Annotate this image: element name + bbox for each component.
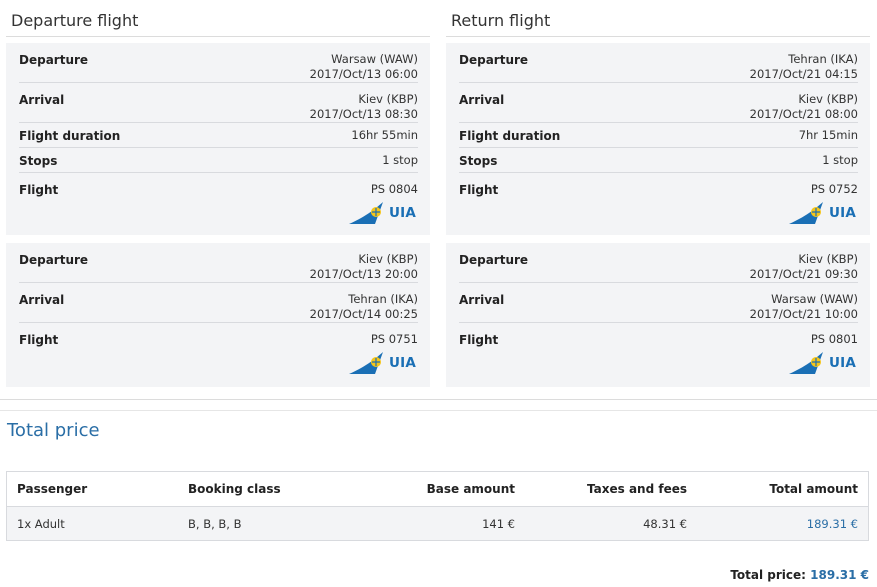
arrival-place: Tehran (IKA) <box>348 292 418 306</box>
flight-row: Flight PS 0752 UIA <box>459 173 858 224</box>
total-price-heading: Total price <box>7 420 100 441</box>
flight-number: PS 0752 <box>810 182 858 196</box>
stops-row: Stops 1 stop <box>19 148 418 173</box>
stops-row: Stops 1 stop <box>459 148 858 173</box>
header-base-amount: Base amount <box>426 482 515 496</box>
arrival-row: Arrival Tehran (IKA) 2017/Oct/14 00:25 <box>19 283 418 323</box>
departure-place: Warsaw (WAW) <box>331 52 418 66</box>
grand-total-label: Total price: <box>730 568 806 582</box>
departure-label: Departure <box>19 53 89 67</box>
airline-name: UIA <box>388 204 416 221</box>
price-table-header: Passenger Booking class Base amount Taxe… <box>7 472 868 507</box>
stops-label: Stops <box>19 154 58 168</box>
arrival-label: Arrival <box>19 93 65 107</box>
departure-label: Departure <box>459 53 529 67</box>
departure-time: 2017/Oct/21 04:15 <box>749 67 858 81</box>
departure-label: Departure <box>459 253 529 267</box>
section-divider <box>0 410 877 411</box>
section-divider <box>0 399 877 400</box>
arrival-place: Kiev (KBP) <box>358 92 418 106</box>
departure-row: Departure Tehran (IKA) 2017/Oct/21 04:15 <box>459 43 858 83</box>
duration-row: Flight duration 7hr 15min <box>459 123 858 148</box>
table-row: 1x Adult B, B, B, B 141 € 48.31 € 189.31… <box>7 507 868 540</box>
grand-total-amount: 189.31 € <box>810 568 869 582</box>
arrival-row: Arrival Kiev (KBP) 2017/Oct/13 08:30 <box>19 83 418 123</box>
arrival-label: Arrival <box>459 93 505 107</box>
arrival-time: 2017/Oct/21 10:00 <box>749 307 858 321</box>
arrival-place: Warsaw (WAW) <box>771 292 858 306</box>
arrival-time: 2017/Oct/14 00:25 <box>309 307 418 321</box>
arrival-row: Arrival Kiev (KBP) 2017/Oct/21 08:00 <box>459 83 858 123</box>
flight-number: PS 0751 <box>370 332 418 346</box>
arrival-place: Kiev (KBP) <box>798 92 858 106</box>
flight-segment-card: Departure Tehran (IKA) 2017/Oct/21 04:15… <box>446 43 870 235</box>
departure-place: Tehran (IKA) <box>788 52 858 66</box>
flight-segment-card: Departure Kiev (KBP) 2017/Oct/13 20:00 A… <box>6 243 430 387</box>
uia-logo-icon: UIA <box>787 350 856 376</box>
cell-taxes-fees: 48.31 € <box>643 516 687 531</box>
departure-time: 2017/Oct/13 20:00 <box>309 267 418 281</box>
airline-name: UIA <box>828 204 856 221</box>
cell-passenger: 1x Adult <box>17 516 65 531</box>
flight-row: Flight PS 0801 UIA <box>459 323 858 374</box>
cell-booking-class: B, B, B, B <box>188 516 242 531</box>
flight-label: Flight <box>459 333 499 347</box>
departure-time: 2017/Oct/21 09:30 <box>749 267 858 281</box>
duration-value: 16hr 55min <box>351 128 418 142</box>
airline-name: UIA <box>828 354 856 371</box>
header-booking-class: Booking class <box>188 482 281 496</box>
uia-logo-icon: UIA <box>347 200 416 226</box>
flight-row: Flight PS 0804 UIA <box>19 173 418 224</box>
flight-number: PS 0801 <box>810 332 858 346</box>
header-passenger: Passenger <box>17 482 88 496</box>
uia-logo-icon: UIA <box>347 350 416 376</box>
departure-place: Kiev (KBP) <box>798 252 858 266</box>
arrival-label: Arrival <box>19 293 65 307</box>
flight-segment-card: Departure Kiev (KBP) 2017/Oct/21 09:30 A… <box>446 243 870 387</box>
uia-logo-icon: UIA <box>787 200 856 226</box>
header-total-amount: Total amount <box>769 482 858 496</box>
departure-flight-column: Departure flight Departure Warsaw (WAW) … <box>6 0 430 387</box>
arrival-label: Arrival <box>459 293 505 307</box>
stops-label: Stops <box>459 154 498 168</box>
flight-label: Flight <box>19 333 59 347</box>
duration-value: 7hr 15min <box>798 128 858 142</box>
return-flight-column: Return flight Departure Tehran (IKA) 201… <box>446 0 870 387</box>
departure-place: Kiev (KBP) <box>358 252 418 266</box>
duration-row: Flight duration 16hr 55min <box>19 123 418 148</box>
stops-value: 1 stop <box>382 153 418 167</box>
flight-label: Flight <box>459 183 499 197</box>
flight-number: PS 0804 <box>370 182 418 196</box>
departure-row: Departure Warsaw (WAW) 2017/Oct/13 06:00 <box>19 43 418 83</box>
airline-name: UIA <box>388 354 416 371</box>
stops-value: 1 stop <box>822 153 858 167</box>
arrival-time: 2017/Oct/21 08:00 <box>749 107 858 121</box>
header-taxes-fees: Taxes and fees <box>587 482 687 496</box>
departure-time: 2017/Oct/13 06:00 <box>309 67 418 81</box>
departure-row: Departure Kiev (KBP) 2017/Oct/13 20:00 <box>19 243 418 283</box>
departure-row: Departure Kiev (KBP) 2017/Oct/21 09:30 <box>459 243 858 283</box>
arrival-time: 2017/Oct/13 08:30 <box>309 107 418 121</box>
cell-base-amount: 141 € <box>482 516 515 531</box>
column-title: Departure flight <box>6 0 430 37</box>
cell-total-amount-link[interactable]: 189.31 € <box>807 517 858 531</box>
arrival-row: Arrival Warsaw (WAW) 2017/Oct/21 10:00 <box>459 283 858 323</box>
duration-label: Flight duration <box>459 129 561 143</box>
grand-total: Total price: 189.31 € <box>730 568 869 582</box>
duration-label: Flight duration <box>19 129 121 143</box>
column-title: Return flight <box>446 0 870 37</box>
flight-segment-card: Departure Warsaw (WAW) 2017/Oct/13 06:00… <box>6 43 430 235</box>
departure-label: Departure <box>19 253 89 267</box>
flight-row: Flight PS 0751 UIA <box>19 323 418 374</box>
price-table: Passenger Booking class Base amount Taxe… <box>6 471 869 541</box>
flight-label: Flight <box>19 183 59 197</box>
